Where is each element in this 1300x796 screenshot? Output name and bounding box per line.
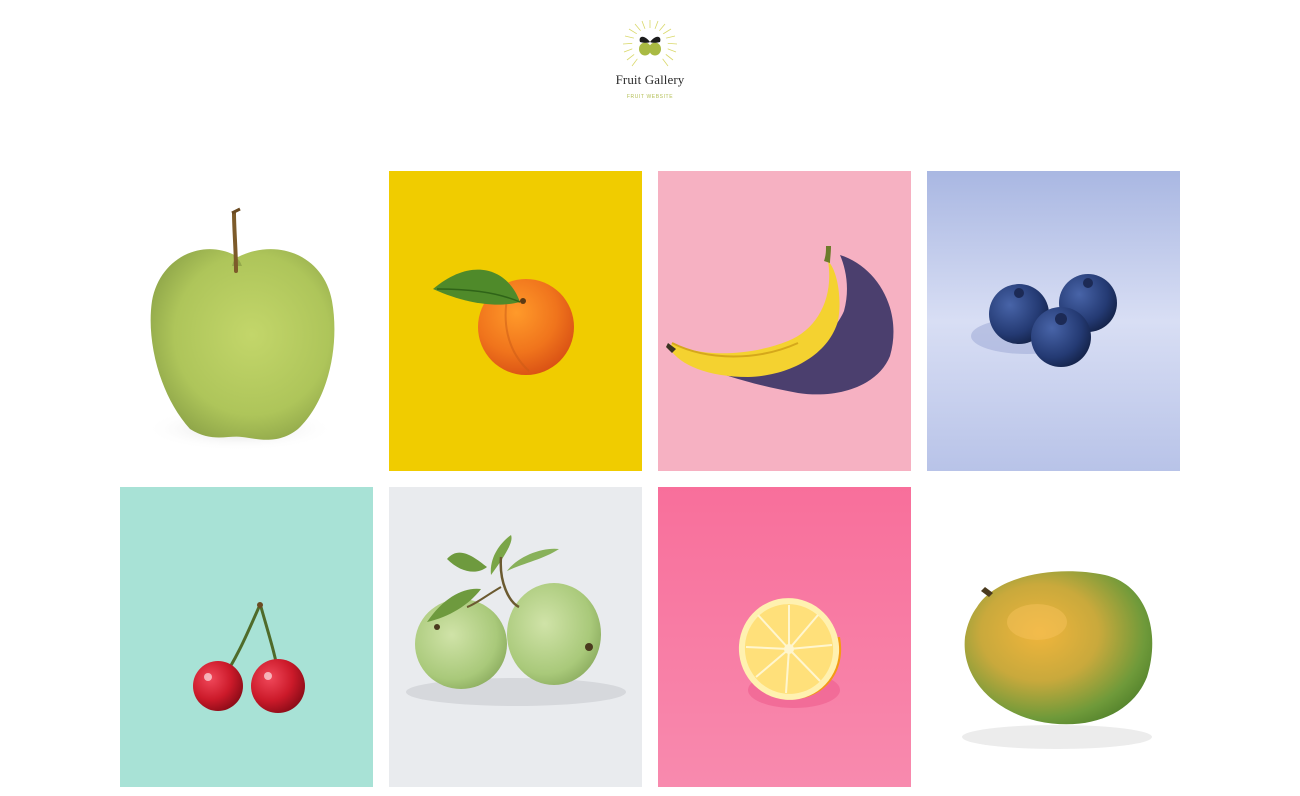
apricot-photo xyxy=(389,171,642,471)
gallery-item-mango[interactable] xyxy=(927,487,1180,787)
cherry-photo xyxy=(120,487,373,787)
gallery-item-apple[interactable] xyxy=(120,171,373,471)
gallery-item-blueberry[interactable] xyxy=(927,171,1180,471)
gallery-item-banana[interactable] xyxy=(658,171,911,471)
site-logo[interactable]: Fruit Gallery FRUIT WEBSITE xyxy=(600,14,700,106)
mango-photo xyxy=(927,487,1180,787)
leaf-fruit-icon xyxy=(622,20,678,67)
gallery-item-lemon[interactable] xyxy=(658,487,911,787)
blueberry-photo xyxy=(927,171,1180,471)
site-header: Fruit Gallery FRUIT WEBSITE xyxy=(0,0,1300,120)
lemon-photo xyxy=(658,487,911,787)
green-apple-photo xyxy=(120,171,373,471)
fruit-gallery xyxy=(120,171,1180,787)
logo-title: Fruit Gallery xyxy=(615,72,685,87)
banana-photo xyxy=(658,171,911,471)
gallery-item-cherry[interactable] xyxy=(120,487,373,787)
logo-subtitle: FRUIT WEBSITE xyxy=(626,94,674,100)
guava-photo xyxy=(389,487,642,787)
gallery-item-apricot[interactable] xyxy=(389,171,642,471)
gallery-item-guava[interactable] xyxy=(389,487,642,787)
